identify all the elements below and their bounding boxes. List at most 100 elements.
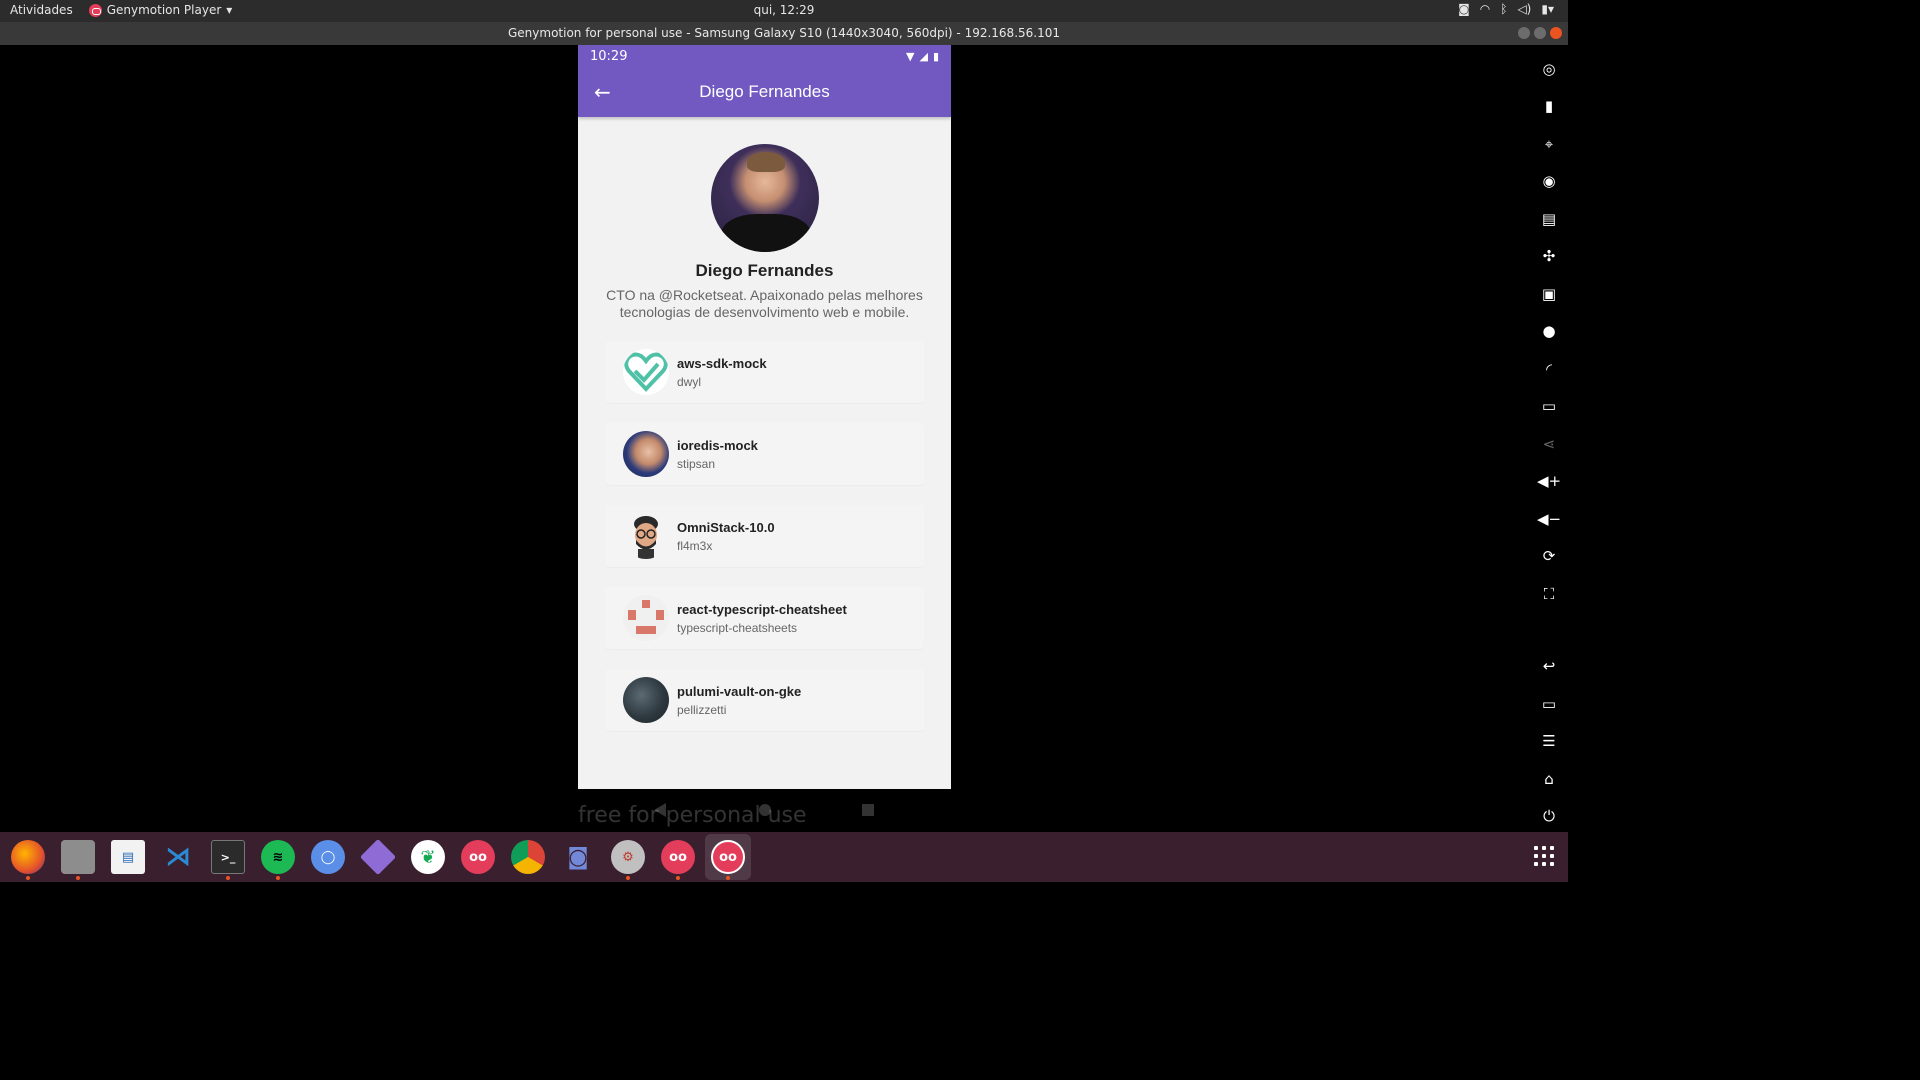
repo-card[interactable]: OmniStack-10.0 fl4m3x: [605, 505, 924, 567]
repo-card[interactable]: pulumi-vault-on-gke pellizzetti: [605, 669, 924, 731]
minimize-button[interactable]: [1518, 27, 1530, 39]
terminal-launcher[interactable]: >_: [205, 834, 251, 880]
repo-title: pulumi-vault-on-gke: [677, 683, 802, 699]
files-icon: [61, 840, 95, 874]
share-icon[interactable]: ⋖: [1530, 425, 1568, 463]
repo-list: aws-sdk-mock dwyl ioredis-mock stipsan O…: [605, 341, 924, 731]
identifiers-icon[interactable]: ▣: [1530, 275, 1568, 313]
profile-avatar: [710, 144, 819, 252]
files-launcher[interactable]: [55, 834, 101, 880]
volume-down-icon[interactable]: ◀−: [1530, 500, 1568, 538]
genymotion-launcher[interactable]: oo: [455, 834, 501, 880]
webcam-icon[interactable]: ◉: [1530, 163, 1568, 201]
back-arrow-icon[interactable]: ←: [594, 80, 611, 104]
repo-owner: typescript-cheatsheets: [677, 620, 798, 635]
gear-icon: ⚙: [611, 840, 645, 874]
insomnia-launcher[interactable]: [355, 834, 401, 880]
owner-avatar: [623, 431, 669, 477]
discord-tray-icon[interactable]: ◙: [1458, 2, 1470, 16]
pixel-face-icon: [623, 595, 669, 641]
menu-icon[interactable]: ☰: [1530, 723, 1568, 761]
firefox-icon: [11, 840, 45, 874]
chrome-icon: [511, 840, 545, 874]
spotify-launcher[interactable]: ≋: [255, 834, 301, 880]
spotify-icon: ≋: [261, 840, 295, 874]
wifi-icon[interactable]: ◠: [1480, 2, 1490, 16]
capture-icon[interactable]: ▤: [1530, 200, 1568, 238]
discord-launcher[interactable]: ◙: [555, 834, 601, 880]
chromium-launcher[interactable]: ◯: [305, 834, 351, 880]
battery-icon[interactable]: ▮▾: [1541, 2, 1554, 16]
clock[interactable]: qui, 12:29: [0, 3, 1568, 17]
settings-launcher[interactable]: ⚙: [605, 834, 651, 880]
move-icon[interactable]: ✣: [1530, 238, 1568, 276]
bluetooth-icon[interactable]: ᛒ: [1500, 2, 1507, 16]
terminal-icon: >_: [211, 840, 245, 874]
repo-title: aws-sdk-mock: [677, 355, 767, 371]
repo-owner: stipsan: [677, 456, 716, 471]
profile-name: Diego Fernandes: [695, 261, 834, 280]
vscode-launcher[interactable]: ⋊: [155, 834, 201, 880]
page-title: Diego Fernandes: [699, 82, 830, 101]
back-icon[interactable]: ↩: [1530, 648, 1568, 686]
gps-icon[interactable]: ⌖: [1530, 125, 1568, 163]
app-bar: ← Diego Fernandes: [578, 67, 951, 117]
wifi-icon: ▼: [906, 49, 915, 63]
heart-logo-icon: [623, 349, 669, 395]
repo-card[interactable]: aws-sdk-mock dwyl: [605, 341, 924, 403]
recent-apps-icon[interactable]: ▭: [1530, 685, 1568, 723]
repo-title: react-typescript-cheatsheet: [677, 601, 847, 617]
repo-title: OmniStack-10.0: [677, 519, 775, 535]
chrome-launcher[interactable]: [505, 834, 551, 880]
window-title-bar: Genymotion for personal use - Samsung Ga…: [0, 22, 1568, 45]
avatar-hair: [746, 152, 785, 172]
signal-icon: ◢: [919, 49, 928, 63]
diamond-icon: [359, 838, 397, 876]
power-icon[interactable]: ⏻: [1530, 798, 1568, 836]
gnome-top-bar: Atividades Genymotion Player ▾ qui, 12:2…: [0, 0, 1568, 22]
chromium-icon: ◯: [311, 840, 345, 874]
rotate-icon[interactable]: ⟳: [1530, 538, 1568, 576]
status-time: 10:29: [590, 48, 628, 64]
genymotion-launcher-2[interactable]: oo: [655, 834, 701, 880]
show-applications-icon[interactable]: [1534, 846, 1554, 866]
genymotion-toolbar: ◎ ▮ ⌖ ◉ ▤ ✣ ▣ ● ◜ ▭ ⋖ ◀+ ◀− ⟳ ⛶ ↩ ▭ ☰ ⌂ …: [1530, 50, 1568, 835]
discord-icon: ◙: [567, 844, 589, 870]
repo-card[interactable]: ioredis-mock stipsan: [605, 423, 924, 485]
repo-title: ioredis-mock: [677, 437, 758, 453]
mongodb-launcher[interactable]: ❦: [405, 834, 451, 880]
watermark: free for personal use: [578, 803, 807, 828]
disk-io-icon[interactable]: ●: [1530, 313, 1568, 351]
maximize-button[interactable]: [1534, 27, 1546, 39]
close-button[interactable]: [1550, 27, 1562, 39]
window-title: Genymotion for personal use - Samsung Ga…: [507, 26, 1060, 40]
writer-launcher[interactable]: ▤: [105, 834, 151, 880]
open-gapps-icon[interactable]: ◎: [1530, 50, 1568, 88]
battery-icon: ▮: [932, 49, 939, 63]
sms-icon[interactable]: ▭: [1530, 388, 1568, 426]
genymotion-player-launcher[interactable]: oo: [705, 834, 751, 880]
vscode-icon: ⋊: [165, 842, 191, 872]
repo-card[interactable]: react-typescript-cheatsheet typescript-c…: [605, 587, 924, 649]
memoji-avatar: [623, 513, 669, 559]
volume-icon[interactable]: ◁): [1517, 2, 1531, 16]
nav-recents-icon[interactable]: [862, 804, 874, 816]
repo-owner: dwyl: [677, 374, 702, 389]
genymotion-icon: oo: [461, 840, 495, 874]
repo-owner: fl4m3x: [677, 538, 713, 553]
volume-up-icon[interactable]: ◀+: [1530, 463, 1568, 501]
profile-bio: CTO na @Rocketseat. Apaixonado pelas mel…: [606, 287, 923, 320]
android-status-bar: 10:29 ▼ ◢ ▮: [578, 45, 951, 67]
genymotion-icon: oo: [661, 840, 695, 874]
leaf-icon: ❦: [411, 840, 445, 874]
dock: ▤ ⋊ >_ ≋ ◯ ❦ oo ◙ ⚙ oo oo: [0, 832, 1568, 882]
owner-avatar: [623, 677, 669, 723]
repo-owner: pellizzetti: [677, 702, 727, 717]
phone-screen: 10:29 ▼ ◢ ▮ ← Diego Fernandes Diego Fern…: [578, 45, 951, 789]
battery-widget-icon[interactable]: ▮: [1530, 88, 1568, 126]
writer-icon: ▤: [111, 840, 145, 874]
home-icon[interactable]: ⌂: [1530, 760, 1568, 798]
pixel-perfect-icon[interactable]: ⛶: [1530, 575, 1568, 613]
firefox-launcher[interactable]: [5, 834, 51, 880]
network-icon[interactable]: ◜: [1530, 350, 1568, 388]
